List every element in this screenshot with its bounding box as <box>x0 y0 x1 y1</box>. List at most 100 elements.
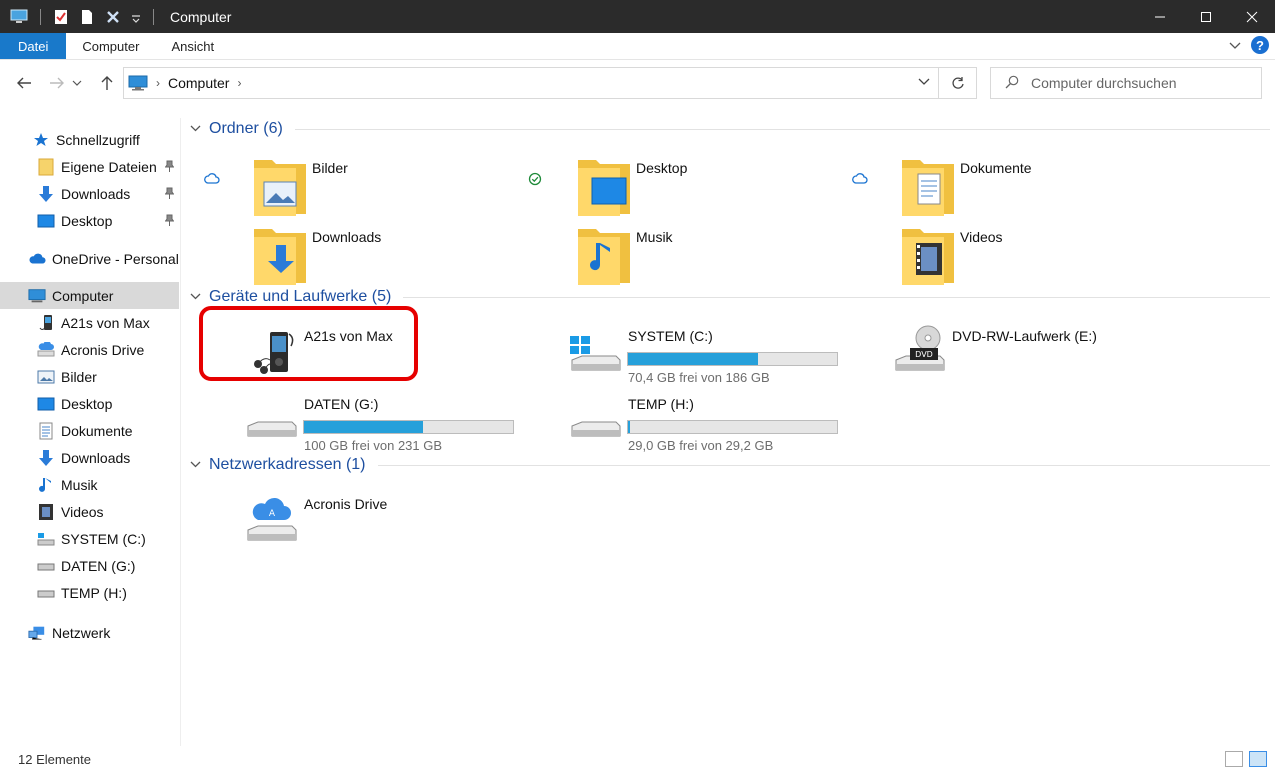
pin-icon[interactable] <box>164 187 175 199</box>
search-box[interactable] <box>990 67 1262 99</box>
up-button[interactable] <box>93 69 121 97</box>
tile-name: Desktop <box>636 160 688 176</box>
tab-datei[interactable]: Datei <box>0 33 67 59</box>
navigation-pane: Schnellzugriff Eigene Dateien Downloads … <box>0 118 181 746</box>
sidebar-item-bilder[interactable]: Bilder <box>0 363 179 390</box>
breadcrumb-computer[interactable]: Computer <box>168 75 229 91</box>
sidebar-item-system-c[interactable]: SYSTEM (C:) <box>0 525 179 552</box>
sidebar-item-label: Musik <box>61 476 98 493</box>
drive-icon <box>244 392 300 456</box>
sidebar-item-label: Netzwerk <box>52 624 111 641</box>
pin-icon[interactable] <box>164 214 175 226</box>
drive-usage-fill <box>304 421 424 433</box>
group-divider <box>403 296 1270 298</box>
minimize-button[interactable] <box>1137 0 1183 33</box>
group-title: Geräte und Laufwerke (5) <box>209 288 392 305</box>
group-header-geraete[interactable]: Geräte und Laufwerke (5) <box>190 288 1270 306</box>
folder-tile-musik[interactable]: Musik <box>576 225 876 289</box>
drive-tile-daten-g[interactable]: DATEN (G:) 100 GB frei von 231 GB <box>244 392 544 456</box>
sidebar-item-netzwerk[interactable]: Netzwerk <box>0 619 179 646</box>
drive-usage-fill <box>628 421 631 433</box>
collapse-chevron-icon[interactable] <box>190 291 201 303</box>
maximize-button[interactable] <box>1183 0 1229 33</box>
details-view-icon[interactable] <box>1225 751 1243 767</box>
search-input[interactable] <box>1031 75 1231 91</box>
help-icon[interactable]: ? <box>1251 36 1269 54</box>
pin-icon[interactable] <box>164 160 175 172</box>
computer-icon[interactable] <box>10 9 28 25</box>
forward-button[interactable] <box>43 69 71 97</box>
drive-usage-bar <box>627 420 838 434</box>
tile-name: TEMP (H:) <box>628 396 694 412</box>
folder-tile-videos[interactable]: Videos <box>900 225 1200 289</box>
desktop-icon <box>37 395 55 413</box>
sidebar-item-label: Desktop <box>61 212 113 229</box>
group-header-ordner[interactable]: Ordner (6) <box>190 120 1270 138</box>
drive-tile-dvd-e[interactable]: DVD DVD-RW-Laufwerk (E:) <box>892 324 1192 388</box>
tab-computer[interactable]: Computer <box>66 33 155 59</box>
new-document-icon[interactable] <box>79 9 97 25</box>
content-pane: Ordner (6) Bilder Desktop Dokumente Down… <box>182 106 1275 746</box>
back-button[interactable] <box>10 69 38 97</box>
download-icon <box>37 449 55 467</box>
svg-text:A: A <box>269 509 276 519</box>
sidebar-item-daten-g[interactable]: DATEN (G:) <box>0 552 179 579</box>
folder-tile-desktop[interactable]: Desktop <box>528 156 876 220</box>
drive-icon <box>37 584 55 602</box>
recent-locations-button[interactable] <box>70 69 84 97</box>
drive-usage-fill <box>628 353 758 365</box>
sidebar-item-label: SYSTEM (C:) <box>61 530 146 547</box>
sidebar-item-a21s[interactable]: A21s von Max <box>0 309 179 336</box>
sidebar-item-musik[interactable]: Musik <box>0 471 179 498</box>
expand-ribbon-icon[interactable] <box>1229 37 1241 53</box>
quick-access-toolbar: Computer <box>0 8 232 25</box>
sidebar-item-videos[interactable]: Videos <box>0 498 179 525</box>
videos-folder-icon <box>900 225 956 289</box>
sidebar-item-eigene-dateien[interactable]: Eigene Dateien <box>0 153 179 180</box>
sidebar-item-dokumente[interactable]: Dokumente <box>0 417 179 444</box>
breadcrumb-separator-icon[interactable]: › <box>156 76 160 90</box>
network-drive-icon: A <box>244 492 300 556</box>
drive-tile-system-c[interactable]: SYSTEM (C:) 70,4 GB frei von 186 GB <box>568 324 868 388</box>
address-history-dropdown-icon[interactable] <box>918 74 930 88</box>
sidebar-item-desktop[interactable]: Desktop <box>0 390 179 417</box>
item-count: 12 Elemente <box>18 752 91 767</box>
documents-folder-icon <box>900 156 956 220</box>
sidebar-item-desktop-pinned[interactable]: Desktop <box>0 207 179 234</box>
sidebar-item-temp-h[interactable]: TEMP (H:) <box>0 579 179 606</box>
drive-icon <box>37 557 55 575</box>
desktop-folder-icon <box>576 156 632 220</box>
system-drive-icon <box>568 324 624 388</box>
folder-tile-downloads[interactable]: Downloads <box>252 225 552 289</box>
collapse-chevron-icon[interactable] <box>190 123 201 135</box>
group-header-netzwerkadressen[interactable]: Netzwerkadressen (1) <box>190 456 1270 474</box>
properties-icon[interactable] <box>53 9 71 25</box>
sidebar-item-acronis-drive[interactable]: Acronis Drive <box>0 336 179 363</box>
network-tile-acronis-drive[interactable]: A Acronis Drive <box>244 492 544 556</box>
collapse-chevron-icon[interactable] <box>190 459 201 471</box>
pictures-icon <box>37 368 55 386</box>
sidebar-item-onedrive[interactable]: OneDrive - Personal <box>0 245 179 272</box>
folder-tile-bilder[interactable]: Bilder <box>204 156 552 220</box>
close-button[interactable] <box>1229 0 1275 33</box>
sidebar-item-computer[interactable]: Computer <box>0 282 179 309</box>
tab-ansicht[interactable]: Ansicht <box>155 33 230 59</box>
window-title: Computer <box>170 8 232 25</box>
breadcrumb-separator-icon[interactable]: › <box>237 76 241 90</box>
folder-tile-dokumente[interactable]: Dokumente <box>852 156 1200 220</box>
address-bar[interactable]: › Computer › <box>123 67 939 99</box>
tiles-view-icon[interactable] <box>1249 751 1267 767</box>
sidebar-item-label: Bilder <box>61 368 97 385</box>
tile-name: SYSTEM (C:) <box>628 328 713 344</box>
tile-name: DATEN (G:) <box>304 396 379 412</box>
tile-name: Dokumente <box>960 160 1032 176</box>
sidebar-item-quick-access[interactable]: Schnellzugriff <box>0 126 179 153</box>
pictures-folder-icon <box>252 156 308 220</box>
refresh-button[interactable] <box>939 67 977 99</box>
sidebar-item-downloads-pinned[interactable]: Downloads <box>0 180 179 207</box>
drive-tile-temp-h[interactable]: TEMP (H:) 29,0 GB frei von 29,2 GB <box>568 392 868 456</box>
network-icon <box>28 624 46 642</box>
sidebar-item-downloads[interactable]: Downloads <box>0 444 179 471</box>
customize-toolbar-icon[interactable] <box>131 9 141 25</box>
delete-icon[interactable] <box>105 9 123 25</box>
